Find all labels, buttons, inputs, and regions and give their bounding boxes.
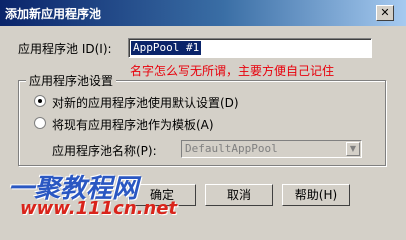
template-pool-select[interactable]: DefaultAppPool ▼ xyxy=(181,140,362,158)
watermark-url: www.111cn.net xyxy=(20,198,178,219)
annotation-note: 名字怎么写无所谓，主要方便自己记住 xyxy=(130,64,335,78)
cancel-button[interactable]: 取消 xyxy=(205,184,273,206)
close-icon: ✕ xyxy=(380,6,390,19)
help-button[interactable]: 帮助(H) xyxy=(282,184,350,206)
template-pool-value: DefaultAppPool xyxy=(185,142,278,155)
chevron-down-icon: ▼ xyxy=(346,142,360,156)
pool-settings-group-label: 应用程序池设置 xyxy=(26,72,117,89)
window-title: 添加新应用程序池 xyxy=(5,7,102,21)
pool-id-value: AppPool #1 xyxy=(131,41,202,55)
title-bar: 添加新应用程序池 ✕ xyxy=(0,0,406,26)
pool-id-input[interactable]: AppPool #1 xyxy=(128,38,372,58)
radio-use-template[interactable] xyxy=(34,117,46,129)
close-button[interactable]: ✕ xyxy=(376,5,394,21)
radio-default-settings[interactable] xyxy=(34,95,46,107)
pool-id-label: 应用程序池 ID(I): xyxy=(18,42,112,56)
template-pool-label: 应用程序池名称(P): xyxy=(52,144,157,158)
radio-default-settings-label[interactable]: 对新的应用程序池使用默认设置(D) xyxy=(52,94,239,111)
radio-use-template-label[interactable]: 将现有应用程序池作为模板(A) xyxy=(52,116,214,133)
